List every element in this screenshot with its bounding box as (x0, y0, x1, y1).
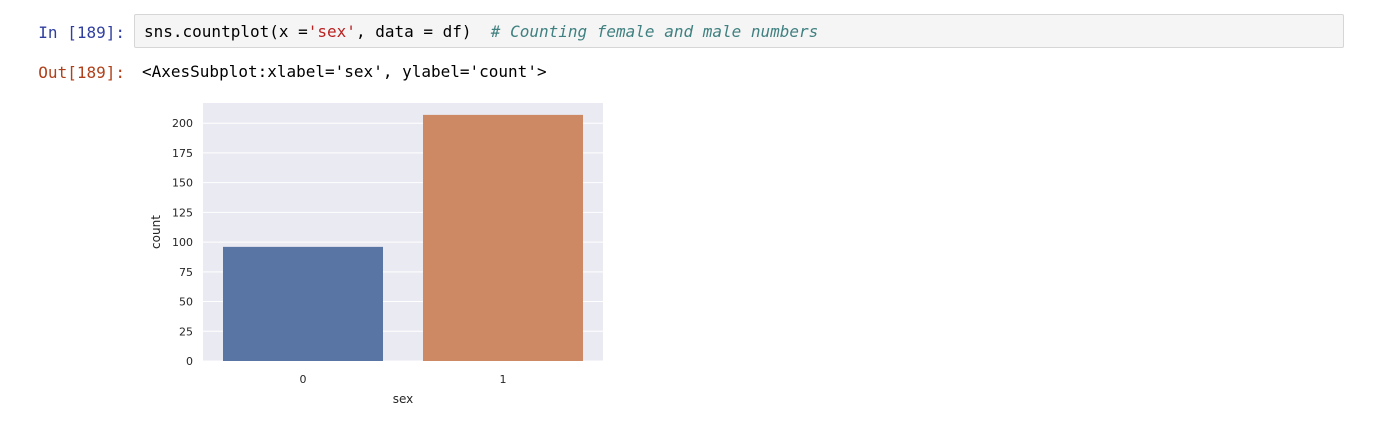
y-tick-label: 50 (179, 296, 193, 309)
code-input-area[interactable]: sns.countplot(x ='sex', data = df) # Cou… (134, 14, 1344, 48)
bar-1 (423, 114, 583, 361)
y-tick-label: 25 (179, 325, 193, 338)
y-tick-label: 175 (172, 147, 193, 160)
bar-0 (223, 246, 383, 361)
code-string-literal: 'sex' (307, 22, 356, 41)
y-tick-label: 150 (172, 177, 193, 190)
y-tick-label: 125 (172, 206, 193, 219)
y-tick-label: 0 (186, 355, 193, 368)
y-axis-label: count (149, 215, 163, 249)
y-tick-label: 200 (172, 117, 193, 130)
y-tick-label: 75 (179, 266, 193, 279)
x-tick-label: 0 (300, 373, 307, 386)
x-tick-label: 1 (500, 373, 507, 386)
code-line: sns.countplot(x ='sex', data = df) # Cou… (144, 23, 818, 41)
input-prompt: In [189]: (38, 23, 125, 42)
x-axis-label: sex (393, 392, 414, 406)
countplot-chart: 0 25 50 75 100 125 150 175 200 0 1 count sex (149, 103, 603, 406)
y-tick-label: 100 (172, 236, 193, 249)
output-prompt: Out[189]: (38, 63, 125, 82)
code-prefix: sns.countplot(x = (144, 22, 308, 41)
code-middle: , data = df) (355, 22, 491, 41)
output-repr-text: <AxesSubplot:xlabel='sex', ylabel='count… (142, 62, 547, 81)
code-comment: # Counting female and male numbers (490, 22, 819, 41)
